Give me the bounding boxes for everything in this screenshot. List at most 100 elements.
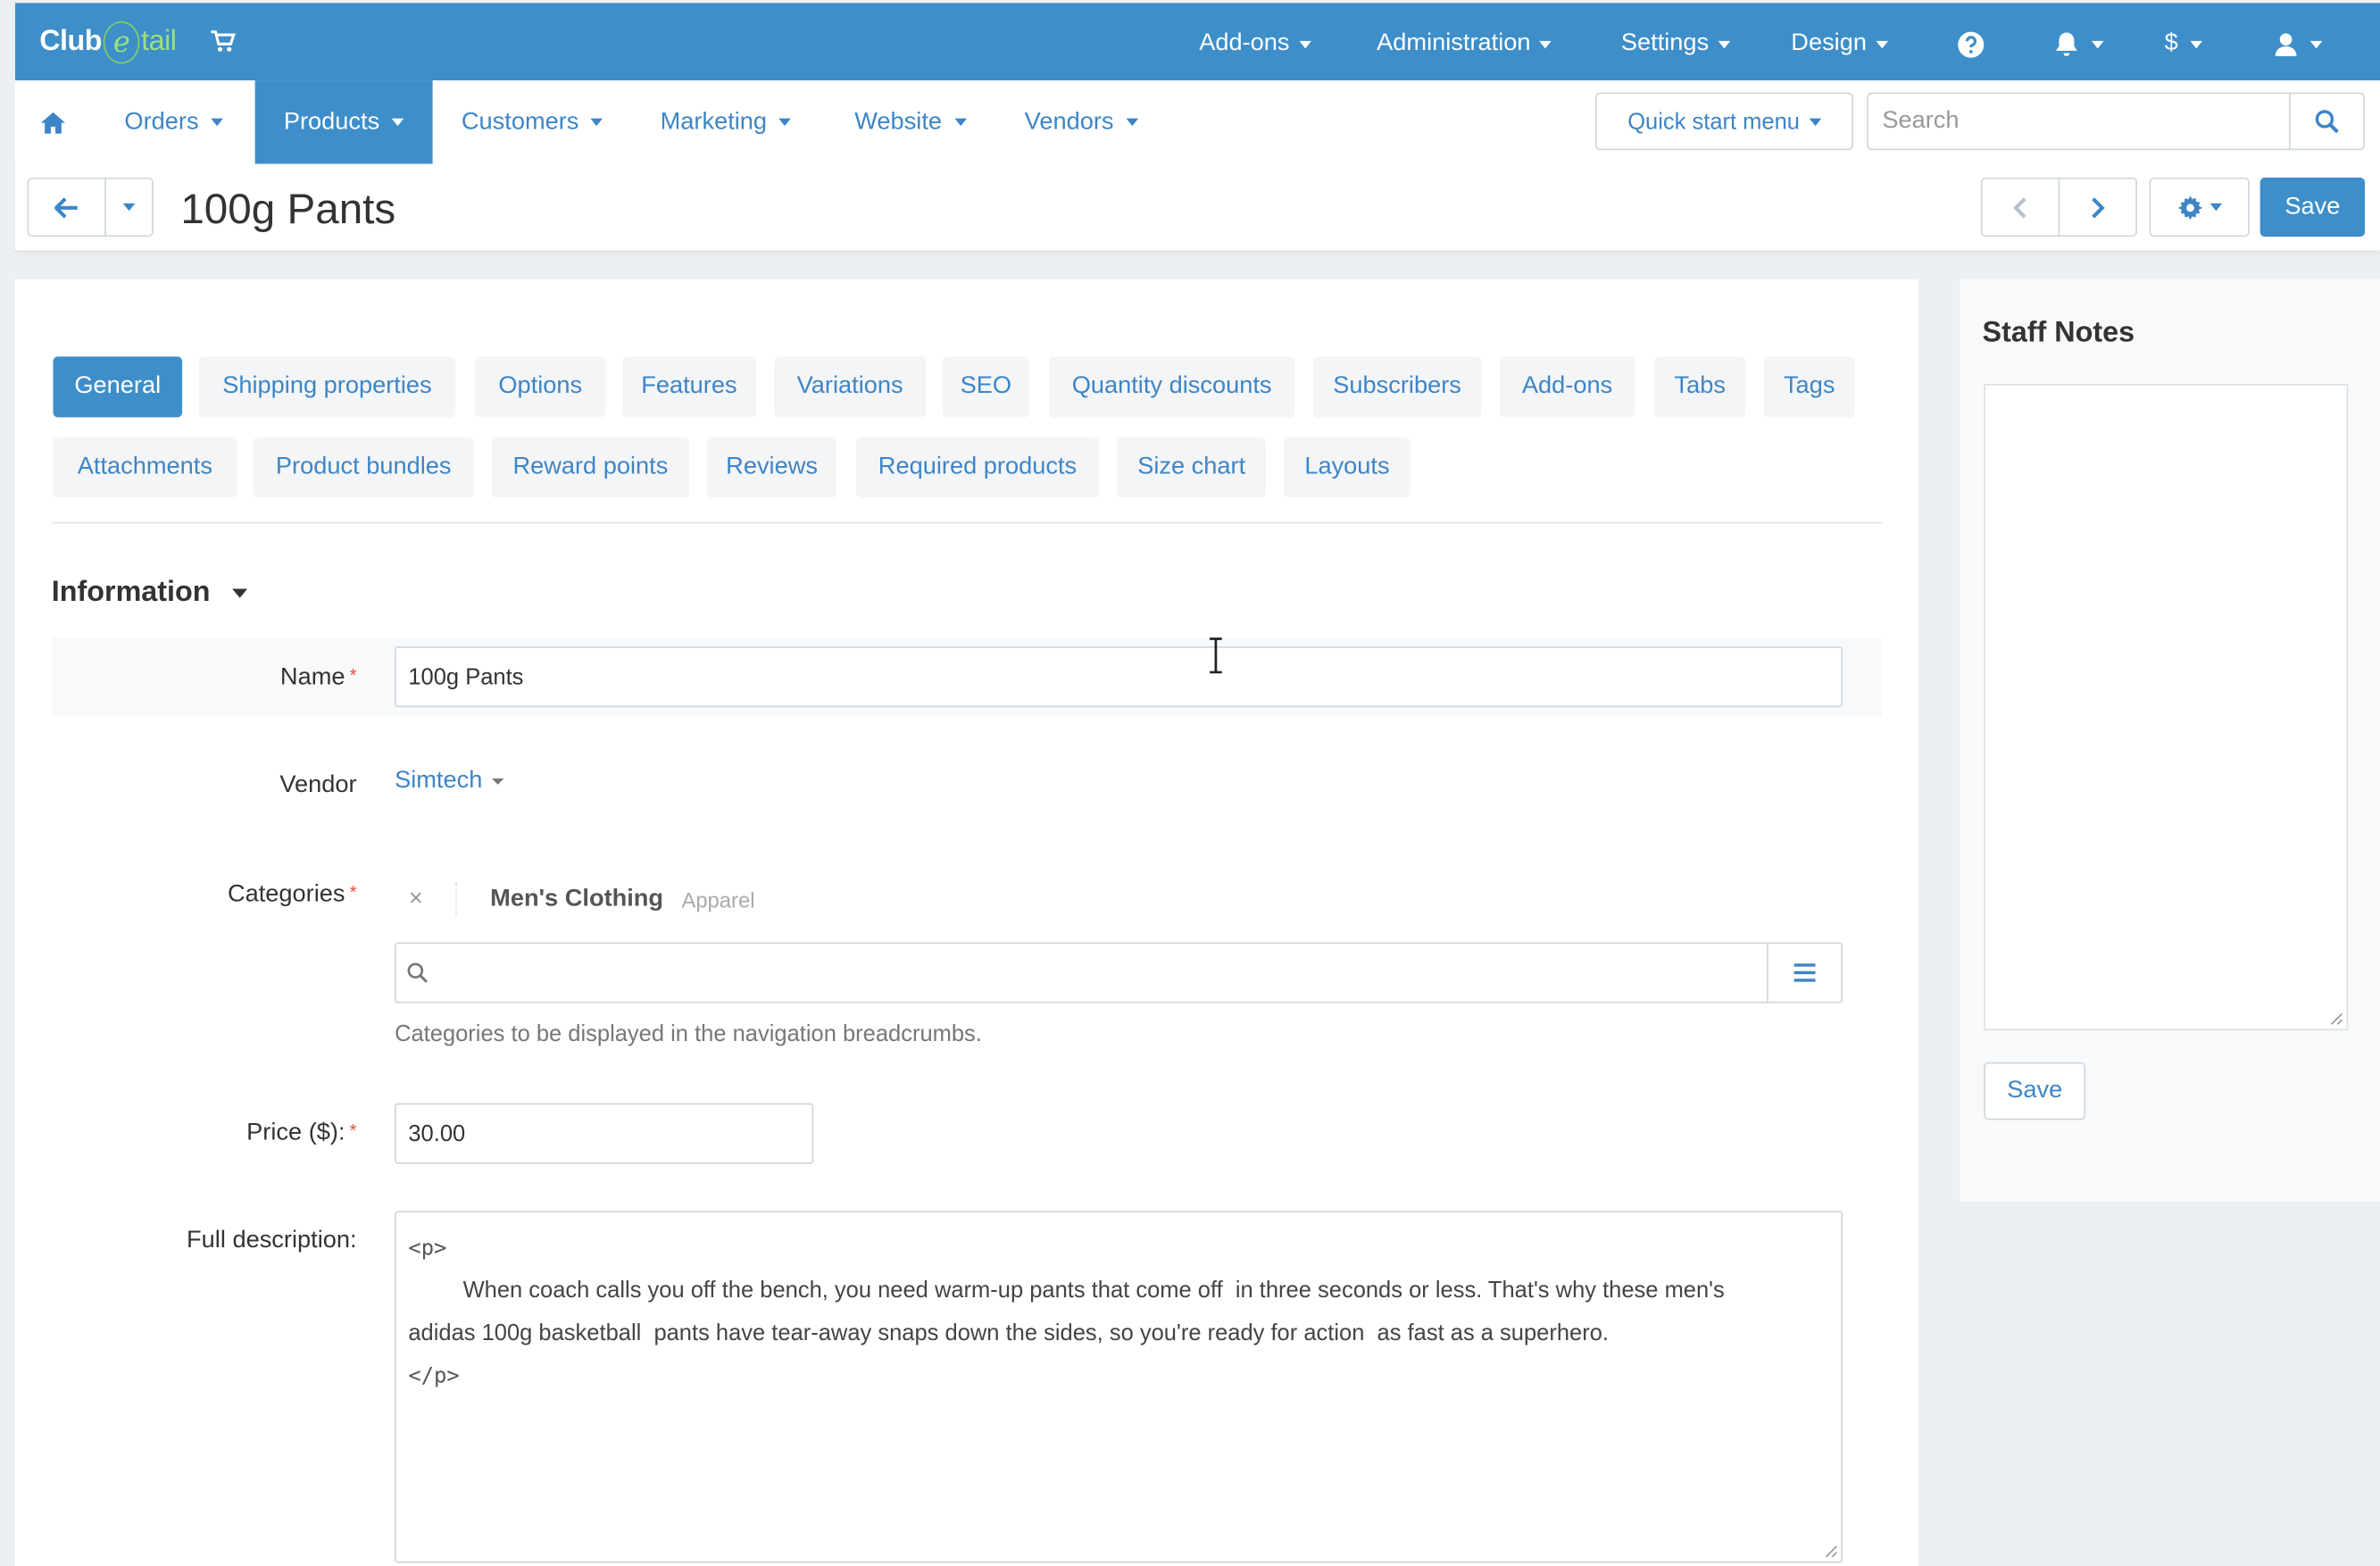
- save-button[interactable]: Save: [2259, 177, 2365, 237]
- tab-tags[interactable]: Tags: [1763, 356, 1855, 418]
- search-input[interactable]: [1868, 94, 2289, 149]
- remove-category-button[interactable]: ×: [395, 887, 437, 914]
- staff-notes-textarea[interactable]: [1984, 384, 2349, 1031]
- top-bar: Club e tail Add-ons Administration Setting…: [15, 3, 2380, 81]
- caret-down-icon: [1126, 118, 1138, 127]
- topnav-settings-label: Settings: [1620, 29, 1710, 56]
- categories-label: Categories *: [54, 881, 357, 909]
- required-mark: *: [349, 881, 357, 904]
- resize-handle-icon[interactable]: [2328, 1011, 2343, 1026]
- logo-prefix: Club: [39, 25, 102, 58]
- category-search-input[interactable]: [438, 944, 1768, 1002]
- information-section-toggle[interactable]: Information: [52, 577, 247, 610]
- user-menu-button[interactable]: [2274, 28, 2323, 61]
- topnav-administration[interactable]: Administration: [1377, 28, 1552, 61]
- vendor-value: Simtech: [395, 768, 483, 794]
- categories-label-text: Categories: [227, 881, 345, 908]
- nav-customers-label: Customers: [461, 108, 579, 135]
- title-bar: 100g Pants Save: [15, 163, 2380, 251]
- back-dropdown-button[interactable]: [104, 177, 154, 237]
- tab-product-bundles[interactable]: Product bundles: [253, 437, 474, 498]
- caret-down-icon: [591, 118, 603, 127]
- tabs-divider: [51, 521, 1883, 524]
- topnav-settings[interactable]: Settings: [1621, 28, 1730, 61]
- staff-notes-title: Staff Notes: [1982, 317, 2135, 349]
- tab-reviews[interactable]: Reviews: [707, 437, 836, 498]
- search-icon: [396, 944, 439, 1002]
- tab-reward-points[interactable]: Reward points: [491, 437, 689, 498]
- chevron-left-icon: [2013, 196, 2026, 218]
- topnav-design-label: Design: [1791, 29, 1867, 56]
- name-label: Name *: [54, 664, 357, 692]
- category-chip: × Men's Clothing Apparel: [395, 880, 755, 920]
- name-label-text: Name: [279, 664, 345, 691]
- category-picker-button[interactable]: [1767, 944, 1841, 1002]
- nav-products[interactable]: Products: [254, 80, 433, 164]
- drag-handle[interactable]: [455, 883, 472, 917]
- home-button[interactable]: [39, 80, 67, 163]
- required-mark: *: [349, 1120, 357, 1142]
- bell-icon: [2055, 32, 2077, 56]
- vendor-dropdown[interactable]: Simtech: [395, 768, 504, 795]
- nav-website[interactable]: Website: [854, 80, 967, 163]
- tab-variations[interactable]: Variations: [774, 356, 927, 418]
- price-input[interactable]: [395, 1103, 814, 1164]
- tab-shipping-properties[interactable]: Shipping properties: [198, 356, 456, 418]
- caret-down-icon: [2309, 40, 2323, 48]
- full-description-textarea[interactable]: <p> When coach calls you off the bench, y…: [395, 1211, 1843, 1563]
- category-parent: Apparel: [681, 887, 755, 912]
- description-line: <p>: [408, 1237, 447, 1262]
- cart-icon[interactable]: [210, 28, 237, 62]
- tab-layouts[interactable]: Layouts: [1284, 437, 1411, 498]
- tab-subscribers[interactable]: Subscribers: [1312, 356, 1482, 418]
- nav-orders[interactable]: Orders: [124, 80, 223, 163]
- tab-attachments[interactable]: Attachments: [53, 437, 237, 498]
- arrow-left-icon: [54, 196, 78, 218]
- price-label: Price ($): *: [54, 1120, 357, 1147]
- tab-quantity-discounts[interactable]: Quantity discounts: [1048, 356, 1295, 418]
- staff-notes-save-button[interactable]: Save: [1984, 1062, 2086, 1120]
- caret-down-icon: [2209, 203, 2222, 212]
- logo[interactable]: Club e tail: [39, 21, 177, 64]
- help-button[interactable]: [1957, 28, 1985, 61]
- settings-dropdown-button[interactable]: [2149, 177, 2250, 237]
- tab-general[interactable]: General: [53, 356, 183, 418]
- nav-marketing-label: Marketing: [660, 108, 768, 135]
- categories-hint: Categories to be displayed in the naviga…: [395, 1020, 982, 1047]
- notifications-button[interactable]: [2053, 28, 2104, 61]
- search-icon: [2315, 110, 2339, 134]
- nav-customers[interactable]: Customers: [462, 80, 603, 163]
- category-name: Men's Clothing: [490, 886, 664, 912]
- tab-options[interactable]: Options: [475, 356, 606, 418]
- quick-start-menu-button[interactable]: Quick start menu: [1594, 92, 1854, 151]
- tab-add-ons[interactable]: Add-ons: [1499, 356, 1635, 418]
- price-label-text: Price ($):: [246, 1120, 345, 1146]
- currency-label: $: [2164, 29, 2178, 56]
- caret-down-icon: [391, 118, 404, 127]
- nav-products-label: Products: [283, 108, 380, 135]
- tab-features[interactable]: Features: [622, 356, 756, 418]
- prev-product-button[interactable]: [1980, 177, 2060, 237]
- topnav-add-ons-label: Add-ons: [1199, 29, 1290, 56]
- caret-down-icon: [953, 118, 967, 127]
- topnav-administration-label: Administration: [1377, 29, 1531, 56]
- description-line: </p>: [408, 1363, 460, 1389]
- next-product-button[interactable]: [2058, 177, 2137, 237]
- tab-seo[interactable]: SEO: [942, 356, 1029, 418]
- resize-handle-icon[interactable]: [1823, 1544, 1838, 1559]
- search-button[interactable]: [2288, 94, 2363, 149]
- nav-orders-label: Orders: [124, 108, 199, 135]
- nav-vendors[interactable]: Vendors: [1025, 80, 1138, 163]
- name-input[interactable]: [395, 646, 1843, 708]
- tab-required-products[interactable]: Required products: [855, 437, 1099, 498]
- topnav-add-ons[interactable]: Add-ons: [1199, 28, 1311, 61]
- topnav-design[interactable]: Design: [1791, 28, 1888, 61]
- back-button[interactable]: [27, 177, 107, 237]
- tab-size-chart[interactable]: Size chart: [1117, 437, 1267, 498]
- nav-vendors-label: Vendors: [1024, 108, 1114, 135]
- nav-marketing[interactable]: Marketing: [661, 80, 792, 163]
- currency-button[interactable]: $: [2165, 28, 2202, 61]
- tab-tabs[interactable]: Tabs: [1654, 356, 1746, 418]
- description-line: adidas 100g basketball pants have tear-a…: [408, 1320, 1610, 1346]
- home-icon: [40, 111, 66, 133]
